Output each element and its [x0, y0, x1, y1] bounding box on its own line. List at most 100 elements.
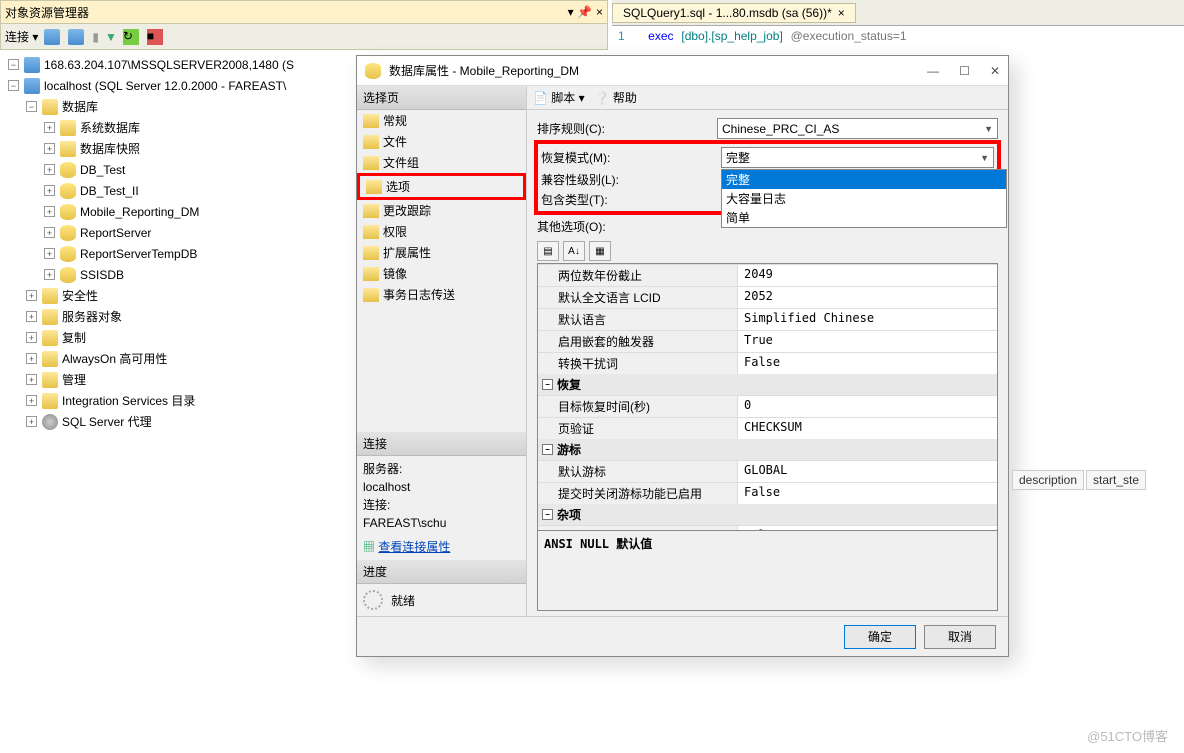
property-grid[interactable]: 两位数年份截止2049默认全文语言 LCID2052默认语言Simplified…	[537, 263, 998, 531]
refresh-icon[interactable]: ↻	[123, 29, 139, 45]
ok-button[interactable]: 确定	[844, 625, 916, 649]
page-icon	[363, 225, 379, 239]
tree-toggle[interactable]: +	[44, 164, 55, 175]
page-icon	[363, 114, 379, 128]
dialog-titlebar[interactable]: 数据库属性 - Mobile_Reporting_DM — ☐ ✕	[357, 56, 1008, 86]
property-row[interactable]: 默认全文语言 LCID2052	[538, 286, 997, 308]
tree-node[interactable]: SQL Server 代理	[62, 413, 152, 430]
close-icon[interactable]: ✕	[990, 64, 1000, 78]
property-group[interactable]: − 游标	[538, 439, 997, 460]
property-grid-toolbar: ▤ A↓ ▦	[537, 241, 998, 261]
tree-node[interactable]: 数据库快照	[80, 140, 140, 157]
folder-icon	[42, 288, 58, 304]
progress-header: 进度	[357, 560, 526, 584]
props-button[interactable]: ▦	[589, 241, 611, 261]
tree-toggle[interactable]: +	[44, 248, 55, 259]
page-item-1[interactable]: 文件	[357, 131, 526, 152]
property-group[interactable]: − 恢复	[538, 374, 997, 395]
tree-toggle[interactable]: +	[26, 290, 37, 301]
tree-node[interactable]: DB_Test_II	[80, 184, 139, 198]
property-row[interactable]: 两位数年份截止2049	[538, 264, 997, 286]
tree-node[interactable]: DB_Test	[80, 163, 125, 177]
tree-node[interactable]: 服务器对象	[62, 308, 122, 325]
property-row[interactable]: 提交时关闭游标功能已启用False	[538, 482, 997, 504]
tree-node[interactable]: Mobile_Reporting_DM	[80, 205, 199, 219]
tree-node[interactable]: 168.63.204.107\MSSQLSERVER2008,1480 (S	[44, 58, 294, 72]
alpha-sort-button[interactable]: A↓	[563, 241, 585, 261]
tree-node[interactable]: localhost (SQL Server 12.0.2000 - FAREAS…	[44, 79, 286, 93]
page-item-7[interactable]: 镜像	[357, 263, 526, 284]
recovery-option[interactable]: 大容量日志	[722, 189, 1006, 208]
database-icon	[60, 246, 76, 262]
tree-toggle[interactable]: +	[26, 395, 37, 406]
page-item-5[interactable]: 权限	[357, 221, 526, 242]
compat-label: 兼容性级别(L):	[541, 171, 721, 188]
close-icon[interactable]: ×	[596, 5, 603, 19]
recovery-combo[interactable]: 完整▼	[721, 147, 994, 168]
recovery-option[interactable]: 完整	[722, 170, 1006, 189]
toolbar-icon[interactable]	[44, 29, 60, 45]
folder-icon	[42, 372, 58, 388]
result-col[interactable]: description	[1012, 470, 1084, 490]
tree-toggle[interactable]: +	[44, 269, 55, 280]
tree-node[interactable]: ReportServer	[80, 226, 151, 240]
tree-toggle[interactable]: +	[44, 185, 55, 196]
tree-toggle[interactable]: −	[8, 59, 19, 70]
collation-combo[interactable]: Chinese_PRC_CI_AS▼	[717, 118, 998, 139]
cancel-button[interactable]: 取消	[924, 625, 996, 649]
editor-tab-strip: SQLQuery1.sql - 1...80.msdb (sa (56))* ×	[612, 0, 1184, 26]
tree-toggle[interactable]: +	[44, 143, 55, 154]
sql-editor[interactable]: 1 exec [dbo].[sp_help_job] @execution_st…	[612, 27, 1184, 57]
tree-node[interactable]: SSISDB	[80, 268, 124, 282]
tree-node[interactable]: 管理	[62, 371, 86, 388]
property-row[interactable]: 目标恢复时间(秒)0	[538, 395, 997, 417]
tree-toggle[interactable]: +	[44, 122, 55, 133]
maximize-icon[interactable]: ☐	[959, 64, 970, 78]
page-item-0[interactable]: 常规	[357, 110, 526, 131]
view-connection-properties-link[interactable]: 查看连接属性	[378, 540, 450, 554]
tree-node[interactable]: ReportServerTempDB	[80, 247, 197, 261]
script-button[interactable]: 📄 脚本 ▾	[533, 89, 585, 106]
tree-node[interactable]: 数据库	[62, 98, 98, 115]
property-row[interactable]: 页验证CHECKSUM	[538, 417, 997, 439]
object-explorer-toolbar: 连接 ▾ ▮ ▼ ↻ ■	[0, 24, 608, 50]
minimize-icon[interactable]: —	[927, 64, 939, 78]
page-item-6[interactable]: 扩展属性	[357, 242, 526, 263]
tab-close-icon[interactable]: ×	[838, 6, 845, 20]
property-row[interactable]: 转换干扰词False	[538, 352, 997, 374]
toolbar-icon[interactable]	[68, 29, 84, 45]
page-item-2[interactable]: 文件组	[357, 152, 526, 173]
categorized-button[interactable]: ▤	[537, 241, 559, 261]
tree-node[interactable]: 安全性	[62, 287, 98, 304]
tree-toggle[interactable]: +	[44, 206, 55, 217]
folder-icon	[42, 393, 58, 409]
tree-toggle[interactable]: −	[8, 80, 19, 91]
page-item-4[interactable]: 更改跟踪	[357, 200, 526, 221]
object-explorer-title: 对象资源管理器	[5, 4, 89, 21]
help-button[interactable]: ❔ 帮助	[595, 89, 637, 106]
tree-toggle[interactable]: +	[26, 353, 37, 364]
tree-node[interactable]: Integration Services 目录	[62, 392, 195, 409]
tree-toggle[interactable]: −	[26, 101, 37, 112]
stop-icon[interactable]: ■	[147, 29, 163, 45]
filter-icon[interactable]: ▼	[105, 30, 117, 44]
property-row[interactable]: 启用嵌套的触发器True	[538, 330, 997, 352]
connect-button[interactable]: 连接 ▾	[5, 28, 38, 45]
editor-tab[interactable]: SQLQuery1.sql - 1...80.msdb (sa (56))* ×	[612, 3, 856, 23]
tree-toggle[interactable]: +	[26, 416, 37, 427]
property-row[interactable]: 默认游标GLOBAL	[538, 460, 997, 482]
page-item-8[interactable]: 事务日志传送	[357, 284, 526, 305]
property-row[interactable]: 默认语言Simplified Chinese	[538, 308, 997, 330]
tree-toggle[interactable]: +	[26, 374, 37, 385]
tree-node[interactable]: 系统数据库	[80, 119, 140, 136]
tree-toggle[interactable]: +	[26, 311, 37, 322]
tree-toggle[interactable]: +	[44, 227, 55, 238]
tree-toggle[interactable]: +	[26, 332, 37, 343]
result-col[interactable]: start_ste	[1086, 470, 1146, 490]
property-group[interactable]: − 杂项	[538, 504, 997, 525]
tree-node[interactable]: 复制	[62, 329, 86, 346]
tree-node[interactable]: AlwaysOn 高可用性	[62, 350, 167, 367]
recovery-option[interactable]: 简单	[722, 208, 1006, 227]
pin-icon[interactable]: ▾ 📌	[568, 5, 592, 19]
page-item-3[interactable]: 选项	[357, 173, 526, 200]
